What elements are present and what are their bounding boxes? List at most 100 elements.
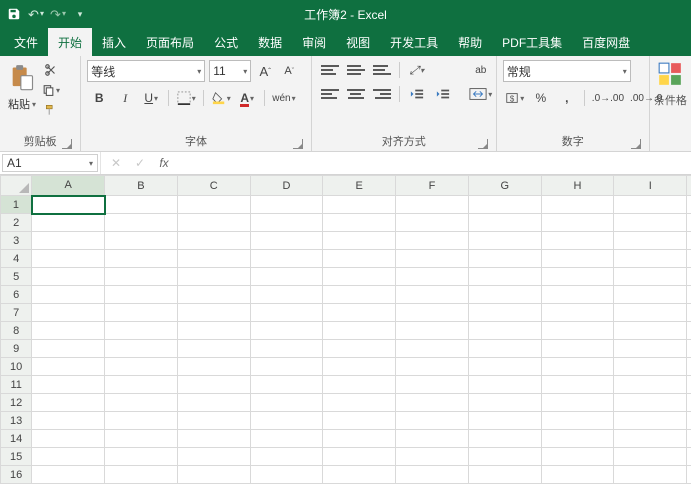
cell[interactable]	[614, 214, 687, 232]
cell[interactable]	[105, 322, 178, 340]
cell[interactable]	[687, 322, 691, 340]
cell[interactable]	[32, 268, 105, 286]
underline-button[interactable]: U▾	[139, 88, 163, 108]
cell[interactable]	[32, 196, 105, 214]
tab-developer[interactable]: 开发工具	[380, 28, 448, 56]
row-header[interactable]: 7	[1, 304, 32, 322]
cell[interactable]	[614, 268, 687, 286]
align-right-button[interactable]	[370, 84, 394, 104]
cell[interactable]	[177, 358, 250, 376]
cell[interactable]	[614, 412, 687, 430]
cell[interactable]	[177, 340, 250, 358]
cell[interactable]	[323, 196, 396, 214]
row-header[interactable]: 15	[1, 448, 32, 466]
cut-button[interactable]	[42, 62, 60, 78]
cell[interactable]	[177, 412, 250, 430]
cell[interactable]	[614, 466, 687, 484]
cell[interactable]	[396, 286, 469, 304]
cell[interactable]	[468, 196, 541, 214]
clipboard-launcher-icon[interactable]	[62, 139, 72, 149]
enter-formula-icon[interactable]: ✓	[133, 156, 147, 170]
cell[interactable]	[687, 286, 691, 304]
cell[interactable]	[323, 394, 396, 412]
row-header[interactable]: 5	[1, 268, 32, 286]
cell[interactable]	[541, 358, 614, 376]
cell[interactable]	[323, 322, 396, 340]
paste-button[interactable]	[6, 60, 38, 96]
cell[interactable]	[468, 412, 541, 430]
cell[interactable]	[614, 196, 687, 214]
cell[interactable]	[687, 448, 691, 466]
row-header[interactable]: 6	[1, 286, 32, 304]
cell[interactable]	[541, 250, 614, 268]
conditional-formatting-button[interactable]	[656, 60, 684, 88]
tab-help[interactable]: 帮助	[448, 28, 492, 56]
cell[interactable]	[396, 322, 469, 340]
cell[interactable]	[541, 448, 614, 466]
cell[interactable]	[105, 340, 178, 358]
accounting-format-button[interactable]: $▾	[503, 88, 527, 108]
cell[interactable]	[250, 286, 323, 304]
phonetic-button[interactable]: wén▾	[270, 88, 297, 108]
undo-icon[interactable]: ↶▾	[28, 6, 44, 22]
cell[interactable]	[614, 250, 687, 268]
cell[interactable]	[32, 250, 105, 268]
column-header[interactable]: H	[541, 176, 614, 196]
cell[interactable]	[177, 286, 250, 304]
row-header[interactable]: 12	[1, 394, 32, 412]
cell[interactable]	[250, 196, 323, 214]
cell[interactable]	[541, 286, 614, 304]
cell[interactable]	[250, 430, 323, 448]
column-header[interactable]: C	[177, 176, 250, 196]
cell[interactable]	[105, 466, 178, 484]
tab-insert[interactable]: 插入	[92, 28, 136, 56]
cell[interactable]	[468, 304, 541, 322]
column-header[interactable]: J	[687, 176, 691, 196]
align-bottom-button[interactable]	[370, 60, 394, 80]
cell[interactable]	[541, 196, 614, 214]
increase-font-icon[interactable]: Aˆ	[255, 61, 275, 81]
column-header[interactable]: B	[105, 176, 178, 196]
cell[interactable]	[541, 466, 614, 484]
cell[interactable]	[396, 430, 469, 448]
cell[interactable]	[105, 232, 178, 250]
cell[interactable]	[614, 430, 687, 448]
cell[interactable]	[687, 430, 691, 448]
cell[interactable]	[687, 466, 691, 484]
cell[interactable]	[323, 250, 396, 268]
cell[interactable]	[396, 412, 469, 430]
align-middle-button[interactable]	[344, 60, 368, 80]
cell[interactable]	[541, 232, 614, 250]
cell[interactable]	[323, 214, 396, 232]
row-header[interactable]: 16	[1, 466, 32, 484]
cell[interactable]	[250, 412, 323, 430]
cell[interactable]	[396, 376, 469, 394]
align-center-button[interactable]	[344, 84, 368, 104]
tab-view[interactable]: 视图	[336, 28, 380, 56]
font-color-button[interactable]: A▾	[235, 88, 259, 108]
cell[interactable]	[177, 196, 250, 214]
fx-icon[interactable]: fx	[157, 156, 171, 170]
cell[interactable]	[323, 340, 396, 358]
cell[interactable]	[468, 376, 541, 394]
cell[interactable]	[614, 358, 687, 376]
cell[interactable]	[396, 250, 469, 268]
cell[interactable]	[105, 430, 178, 448]
tab-data[interactable]: 数据	[248, 28, 292, 56]
formula-input[interactable]	[181, 152, 691, 174]
cell[interactable]	[541, 394, 614, 412]
cell[interactable]	[250, 358, 323, 376]
cell[interactable]	[177, 214, 250, 232]
cell[interactable]	[250, 394, 323, 412]
cell[interactable]	[177, 376, 250, 394]
row-header[interactable]: 8	[1, 322, 32, 340]
cell[interactable]	[687, 358, 691, 376]
font-name-combo[interactable]: 等线▾	[87, 60, 205, 82]
cell[interactable]	[177, 322, 250, 340]
wrap-text-button[interactable]: ab	[467, 60, 495, 80]
tab-review[interactable]: 审阅	[292, 28, 336, 56]
border-button[interactable]: ▾	[174, 88, 198, 108]
cell[interactable]	[105, 448, 178, 466]
cell[interactable]	[468, 448, 541, 466]
cell[interactable]	[468, 358, 541, 376]
